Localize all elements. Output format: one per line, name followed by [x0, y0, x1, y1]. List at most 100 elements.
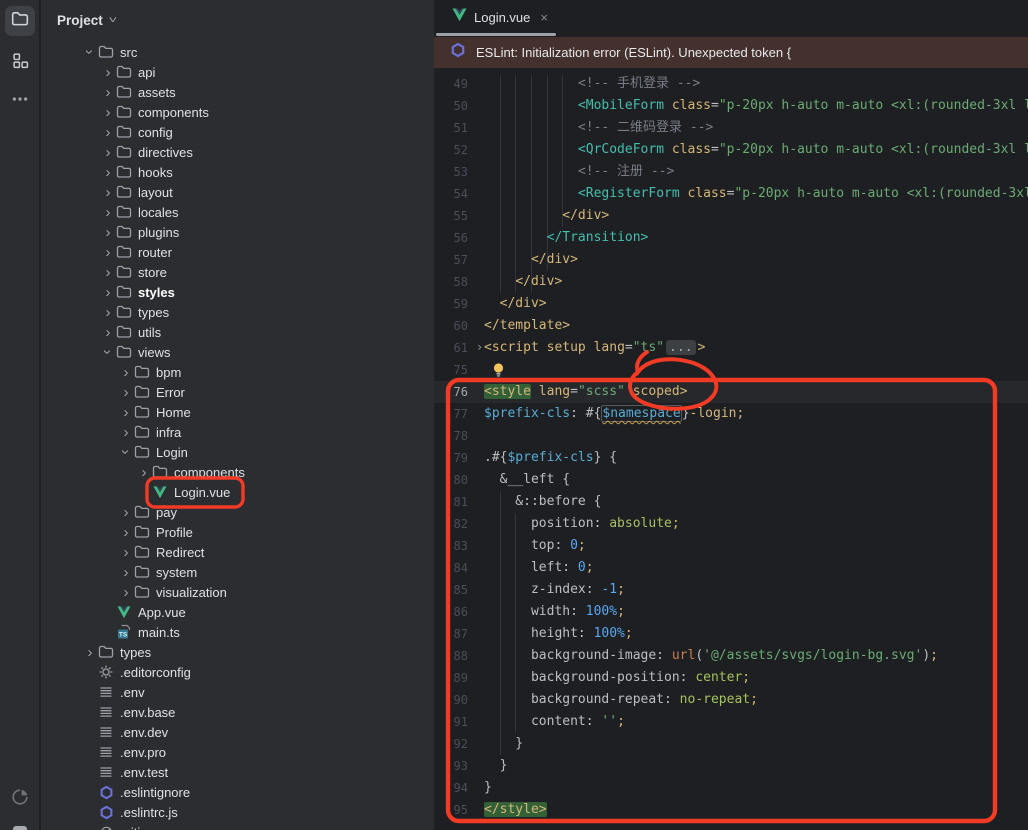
code-line-79[interactable]: 79.#{$prefix-cls} {	[434, 447, 1028, 469]
chevron-icon[interactable]: ›	[118, 584, 134, 600]
tree-item-eslintrc.js[interactable]: .eslintrc.js	[41, 802, 434, 822]
tree-item-pay[interactable]: ›pay	[41, 502, 434, 522]
chevron-icon[interactable]: ›	[118, 424, 134, 440]
tree-item-hooks[interactable]: ›hooks	[41, 162, 434, 182]
tree-item-router[interactable]: ›router	[41, 242, 434, 262]
code-line-82[interactable]: 82 position: absolute;	[434, 513, 1028, 535]
tree-item-types[interactable]: ›types	[41, 302, 434, 322]
tree-item-visualization[interactable]: ›visualization	[41, 582, 434, 602]
code-line-93[interactable]: 93 }	[434, 755, 1028, 777]
chevron-icon[interactable]: ›	[100, 224, 116, 240]
tree-item-env.base[interactable]: .env.base	[41, 702, 434, 722]
chevron-icon[interactable]: ›	[100, 104, 116, 120]
code-line-88[interactable]: 88 background-image: url('@/assets/svgs/…	[434, 645, 1028, 667]
chevron-icon[interactable]: ›	[82, 44, 98, 60]
code-line-58[interactable]: 58 </div>	[434, 271, 1028, 293]
bottom-tool-button[interactable]	[5, 820, 35, 830]
chevron-icon[interactable]: ›	[118, 364, 134, 380]
tree-item-profile[interactable]: ›Profile	[41, 522, 434, 542]
tree-item-styles[interactable]: ›styles	[41, 282, 434, 302]
tab-login-vue[interactable]: Login.vue ×	[436, 0, 558, 34]
chevron-icon[interactable]: ›	[100, 304, 116, 320]
code-line-61[interactable]: 61›<script setup lang="ts"...>	[434, 337, 1028, 359]
chevron-icon[interactable]: ›	[100, 264, 116, 280]
chevron-icon[interactable]: ›	[82, 644, 98, 660]
tree-item-login.vue[interactable]: Login.vue	[41, 482, 434, 502]
code-line-52[interactable]: 52 <QrCodeForm class="p-20px h-auto m-au…	[434, 139, 1028, 161]
tree-item-api[interactable]: ›api	[41, 62, 434, 82]
project-tool-button[interactable]	[5, 6, 35, 36]
tree-item-layout[interactable]: ›layout	[41, 182, 434, 202]
tree-item-home[interactable]: ›Home	[41, 402, 434, 422]
chevron-icon[interactable]: ›	[100, 144, 116, 160]
code-line-75[interactable]: 75	[434, 359, 1028, 381]
tree-item-bpm[interactable]: ›bpm	[41, 362, 434, 382]
tree-item-views[interactable]: ›views	[41, 342, 434, 362]
chevron-icon[interactable]: ›	[118, 524, 134, 540]
code-line-51[interactable]: 51 <!-- 二维码登录 -->	[434, 117, 1028, 139]
structure-tool-button[interactable]	[5, 48, 35, 78]
code-line-85[interactable]: 85 z-index: -1;	[434, 579, 1028, 601]
chevron-icon[interactable]: ›	[100, 64, 116, 80]
code-line-60[interactable]: 60</template>	[434, 315, 1028, 337]
tree-item-components[interactable]: ›components	[41, 462, 434, 482]
chevron-icon[interactable]: ›	[118, 384, 134, 400]
tree-item-error[interactable]: ›Error	[41, 382, 434, 402]
chevron-icon[interactable]: ›	[100, 344, 116, 360]
code-line-87[interactable]: 87 height: 100%;	[434, 623, 1028, 645]
tree-item-plugins[interactable]: ›plugins	[41, 222, 434, 242]
tree-item-redirect[interactable]: ›Redirect	[41, 542, 434, 562]
close-icon[interactable]: ×	[540, 10, 548, 25]
tree-item-env.pro[interactable]: .env.pro	[41, 742, 434, 762]
code-line-80[interactable]: 80 &__left {	[434, 469, 1028, 491]
tree-item-env[interactable]: .env	[41, 682, 434, 702]
code-line-91[interactable]: 91 content: '';	[434, 711, 1028, 733]
chevron-icon[interactable]: ›	[100, 184, 116, 200]
tree-item-login[interactable]: ›Login	[41, 442, 434, 462]
code-line-77[interactable]: 77$prefix-cls: #{$namespace}-login;	[434, 403, 1028, 425]
profiler-tool-button[interactable]	[5, 784, 35, 814]
tree-item-src[interactable]: ›src	[41, 42, 434, 62]
code-line-57[interactable]: 57 </div>	[434, 249, 1028, 271]
code-line-50[interactable]: 50 <MobileForm class="p-20px h-auto m-au…	[434, 95, 1028, 117]
code-line-94[interactable]: 94}	[434, 777, 1028, 799]
tree-item-utils[interactable]: ›utils	[41, 322, 434, 342]
chevron-icon[interactable]: ›	[100, 244, 116, 260]
fold-arrow-icon[interactable]: ›	[476, 337, 484, 359]
code-line-90[interactable]: 90 background-repeat: no-repeat;	[434, 689, 1028, 711]
chevron-icon[interactable]: ›	[136, 464, 152, 480]
chevron-icon[interactable]: ›	[118, 564, 134, 580]
code-line-76[interactable]: 76<style lang="scss" scoped>	[434, 381, 1028, 403]
tree-item-config[interactable]: ›config	[41, 122, 434, 142]
code-line-86[interactable]: 86 width: 100%;	[434, 601, 1028, 623]
chevron-icon[interactable]: ›	[100, 84, 116, 100]
code-line-83[interactable]: 83 top: 0;	[434, 535, 1028, 557]
code-line-84[interactable]: 84 left: 0;	[434, 557, 1028, 579]
code-line-54[interactable]: 54 <RegisterForm class="p-20px h-auto m-…	[434, 183, 1028, 205]
chevron-icon[interactable]: ›	[100, 284, 116, 300]
code-line-56[interactable]: 56 </Transition>	[434, 227, 1028, 249]
tree-item-eslintignore[interactable]: .eslintignore	[41, 782, 434, 802]
more-tools-button[interactable]	[5, 86, 35, 116]
code-line-92[interactable]: 92 }	[434, 733, 1028, 755]
tree-item-editorconfig[interactable]: .editorconfig	[41, 662, 434, 682]
project-panel-header[interactable]: Project ˅	[41, 0, 434, 40]
tree-item-app.vue[interactable]: App.vue	[41, 602, 434, 622]
chevron-icon[interactable]: ›	[118, 444, 134, 460]
tree-item-env.dev[interactable]: .env.dev	[41, 722, 434, 742]
code-line-78[interactable]: 78	[434, 425, 1028, 447]
chevron-icon[interactable]: ›	[118, 404, 134, 420]
tree-item-locales[interactable]: ›locales	[41, 202, 434, 222]
code-line-95[interactable]: 95</style>	[434, 799, 1028, 821]
tree-item-assets[interactable]: ›assets	[41, 82, 434, 102]
chevron-icon[interactable]: ›	[118, 504, 134, 520]
chevron-icon[interactable]: ›	[100, 204, 116, 220]
tree-item-gitignore[interactable]: .gitignore	[41, 822, 434, 830]
code-line-49[interactable]: 49 <!-- 手机登录 -->	[434, 73, 1028, 95]
tree-item-directives[interactable]: ›directives	[41, 142, 434, 162]
tree-item-components[interactable]: ›components	[41, 102, 434, 122]
code-line-59[interactable]: 59 </div>	[434, 293, 1028, 315]
chevron-icon[interactable]: ›	[100, 324, 116, 340]
chevron-icon[interactable]: ›	[100, 124, 116, 140]
tree-item-system[interactable]: ›system	[41, 562, 434, 582]
